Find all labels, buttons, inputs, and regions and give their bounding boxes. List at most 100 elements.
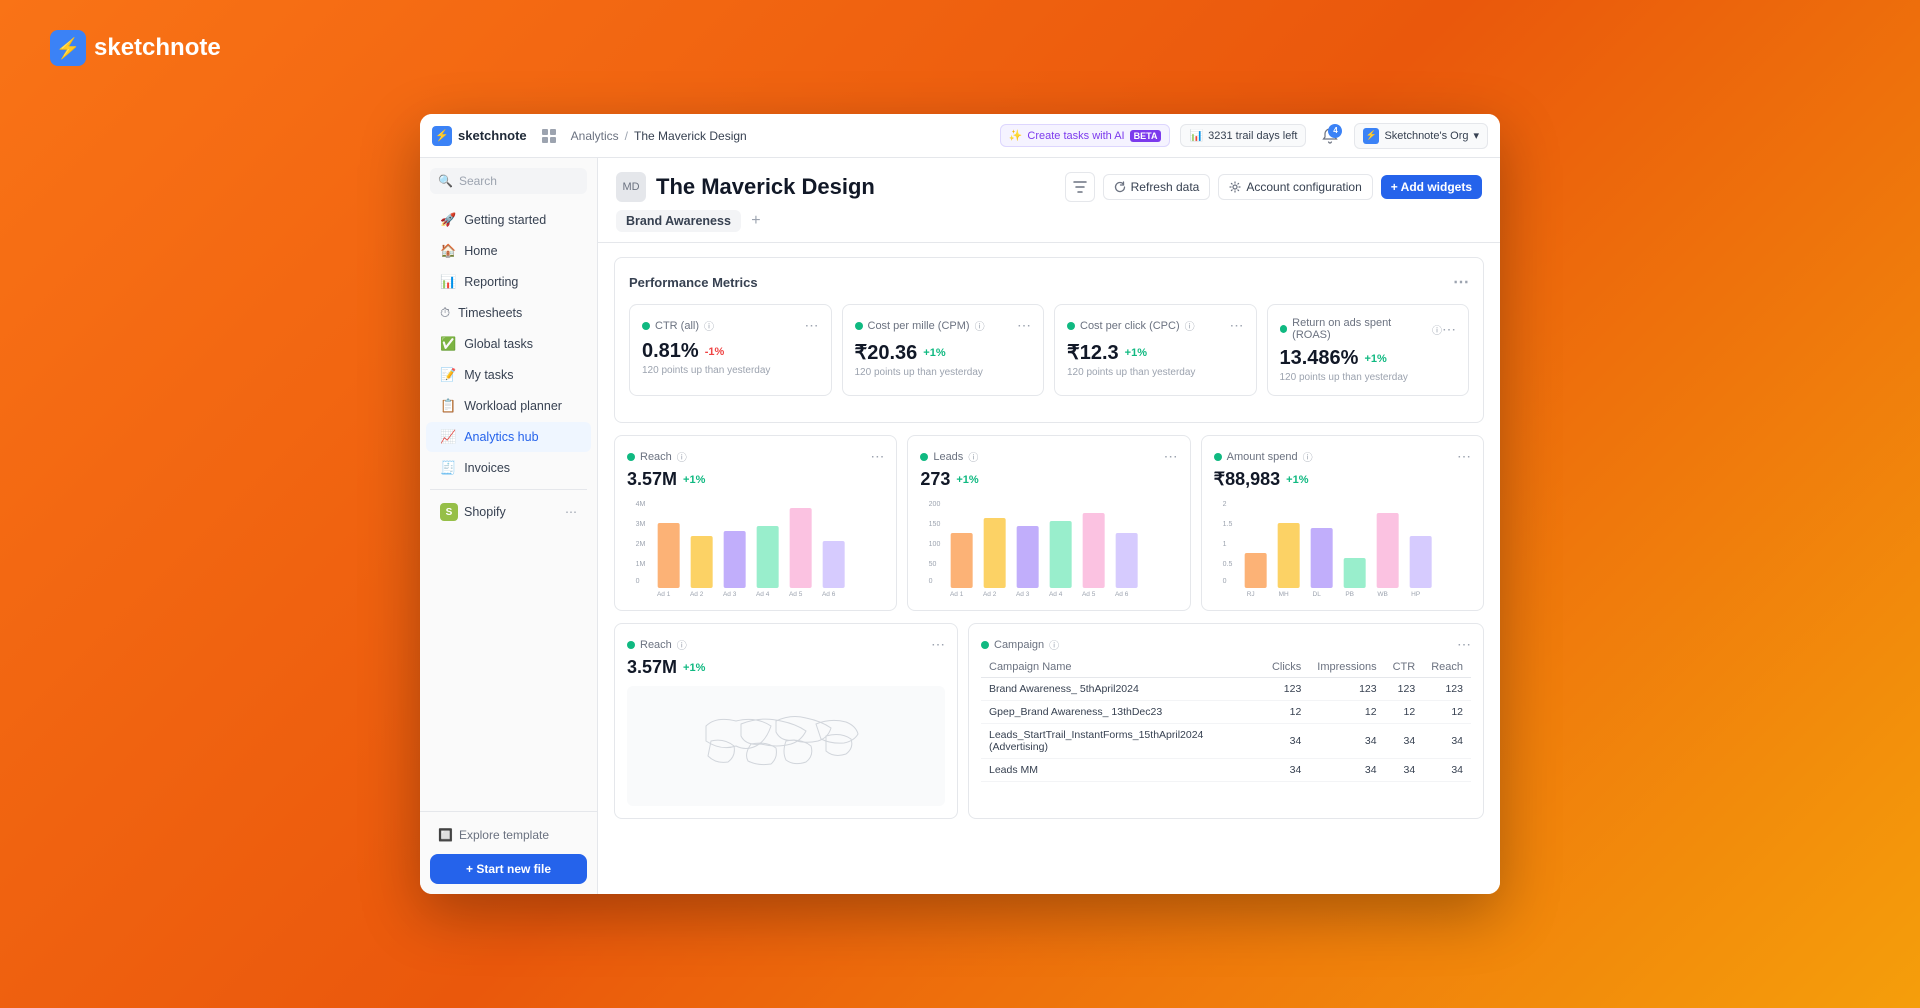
table-row: Leads MM 34 34 34 34 xyxy=(981,759,1471,782)
chart-more-button[interactable]: ⋯ xyxy=(870,448,884,465)
metric-number: ₹20.36 xyxy=(855,340,918,365)
chart-value: 3.57M +1% xyxy=(627,657,945,678)
section-title: Performance Metrics ⋯ xyxy=(629,272,1469,292)
notifications-button[interactable]: 4 xyxy=(1316,122,1344,150)
metric-value: ₹12.3 +1% xyxy=(1067,340,1244,365)
sidebar-divider xyxy=(430,489,587,490)
org-button[interactable]: ⚡ Sketchnote's Org ▾ xyxy=(1354,123,1488,149)
card-more-button[interactable]: ⋯ xyxy=(931,636,945,653)
sidebar-item-workload-planner[interactable]: 📋 Workload planner xyxy=(426,391,591,421)
sidebar-item-global-tasks[interactable]: ✅ Global tasks xyxy=(426,329,591,359)
avatar-text: MD xyxy=(622,181,639,193)
breadcrumb-parent[interactable]: Analytics xyxy=(571,129,619,143)
table-row: Gpep_Brand Awareness_ 13thDec23 12 12 12… xyxy=(981,701,1471,724)
main-layout: 🔍 Search 🚀 Getting started 🏠 Home 📊 Repo… xyxy=(420,158,1500,894)
chart-change: +1% xyxy=(683,474,705,486)
svg-text:200: 200 xyxy=(929,501,941,508)
metric-card-header: Cost per mille (CPM) ⓘ ⋯ xyxy=(855,317,1032,334)
col-header-impressions: Impressions xyxy=(1309,657,1384,678)
svg-text:MH: MH xyxy=(1278,591,1288,598)
chart-value: 3.57M +1% xyxy=(627,469,884,490)
home-icon: 🏠 xyxy=(440,243,456,259)
svg-text:Ad 4: Ad 4 xyxy=(756,591,770,598)
svg-text:Ad 5: Ad 5 xyxy=(789,591,803,598)
tabs-row: Brand Awareness + xyxy=(616,210,1482,232)
info-icon[interactable]: ⓘ xyxy=(704,318,714,333)
svg-text:WB: WB xyxy=(1377,591,1387,598)
card-more-button[interactable]: ⋯ xyxy=(1457,636,1471,653)
top-bar-logo: ⚡ sketchnote xyxy=(432,126,527,146)
explore-template-button[interactable]: 🔲 Explore template xyxy=(430,822,587,848)
section-more-button[interactable]: ⋯ xyxy=(1453,272,1469,292)
reach-map-card: Reach ⓘ ⋯ 3.57M +1% xyxy=(614,623,958,819)
clicks-value: 123 xyxy=(1264,678,1309,701)
sparkle-icon: ✨ xyxy=(1009,129,1023,142)
sidebar-item-getting-started[interactable]: 🚀 Getting started xyxy=(426,205,591,235)
top-bar-logo-icon: ⚡ xyxy=(432,126,452,146)
metric-more-button[interactable]: ⋯ xyxy=(805,317,819,334)
svg-text:0: 0 xyxy=(1222,578,1226,585)
metric-dot xyxy=(627,453,635,461)
table-row: Leads_StartTrail_InstantForms_15thApril2… xyxy=(981,724,1471,759)
add-tab-button[interactable]: + xyxy=(745,210,767,232)
metric-more-button[interactable]: ⋯ xyxy=(1017,317,1031,334)
sidebar-item-analytics-hub[interactable]: 📈 Analytics hub xyxy=(426,422,591,452)
info-icon[interactable]: ⓘ xyxy=(968,449,978,464)
svg-text:2M: 2M xyxy=(636,541,646,548)
explore-template-label: Explore template xyxy=(459,828,549,842)
refresh-data-button[interactable]: Refresh data xyxy=(1103,174,1211,200)
create-tasks-button[interactable]: ✨ Create tasks with AI BETA xyxy=(1000,124,1171,147)
template-icon: 🔲 xyxy=(438,828,453,842)
chart-number: ₹88,983 xyxy=(1214,469,1281,490)
search-input[interactable]: 🔍 Search xyxy=(430,168,587,194)
start-new-file-button[interactable]: + Start new file xyxy=(430,854,587,884)
chart-number: 3.57M xyxy=(627,469,677,490)
trail-icon: 📊 xyxy=(1189,129,1203,142)
tab-label: Brand Awareness xyxy=(626,214,731,228)
sidebar-item-shopify[interactable]: S Shopify ⋯ xyxy=(426,496,591,528)
shopify-more-icon[interactable]: ⋯ xyxy=(565,505,577,519)
map-placeholder xyxy=(627,686,945,806)
add-widgets-button[interactable]: + Add widgets xyxy=(1381,175,1482,199)
metric-card-cpm: Cost per mille (CPM) ⓘ ⋯ ₹20.36 +1% 120 … xyxy=(842,304,1045,396)
chart-card-header: Campaign ⓘ ⋯ xyxy=(981,636,1471,653)
clicks-value: 34 xyxy=(1264,759,1309,782)
info-icon[interactable]: ⓘ xyxy=(677,637,687,652)
filter-button[interactable] xyxy=(1065,172,1095,202)
info-icon[interactable]: ⓘ xyxy=(975,318,985,333)
metric-card-header: Return on ads spent (ROAS) ⓘ ⋯ xyxy=(1280,317,1457,341)
svg-text:0: 0 xyxy=(636,578,640,585)
metric-more-button[interactable]: ⋯ xyxy=(1230,317,1244,334)
info-icon[interactable]: ⓘ xyxy=(1185,318,1195,333)
metric-change: -1% xyxy=(705,346,725,358)
metric-label: Cost per click (CPC) ⓘ xyxy=(1067,318,1195,333)
impressions-value: 123 xyxy=(1309,678,1384,701)
chart-label-text: Campaign xyxy=(994,639,1044,651)
add-widgets-label: + Add widgets xyxy=(1391,180,1472,194)
chart-more-button[interactable]: ⋯ xyxy=(1457,448,1471,465)
sidebar-item-my-tasks[interactable]: 📝 My tasks xyxy=(426,360,591,390)
chart-value: ₹88,983 +1% xyxy=(1214,469,1471,490)
info-icon[interactable]: ⓘ xyxy=(1303,449,1313,464)
metric-dot xyxy=(1214,453,1222,461)
account-config-label: Account configuration xyxy=(1246,180,1361,194)
sidebar-item-label: Getting started xyxy=(464,213,546,227)
info-icon[interactable]: ⓘ xyxy=(1432,322,1442,337)
content-header: MD The Maverick Design xyxy=(598,158,1500,243)
tab-brand-awareness[interactable]: Brand Awareness xyxy=(616,210,741,232)
info-icon[interactable]: ⓘ xyxy=(1049,637,1059,652)
sidebar-item-invoices[interactable]: 🧾 Invoices xyxy=(426,453,591,483)
grid-icon[interactable] xyxy=(535,122,563,150)
impressions-value: 34 xyxy=(1309,724,1384,759)
sidebar-item-home[interactable]: 🏠 Home xyxy=(426,236,591,266)
shopify-label: Shopify xyxy=(464,505,506,519)
start-new-label: + Start new file xyxy=(466,862,551,876)
my-tasks-icon: 📝 xyxy=(440,367,456,383)
account-configuration-button[interactable]: Account configuration xyxy=(1218,174,1372,200)
metric-dot xyxy=(1280,325,1288,333)
sidebar-item-reporting[interactable]: 📊 Reporting xyxy=(426,267,591,297)
chart-more-button[interactable]: ⋯ xyxy=(1164,448,1178,465)
info-icon[interactable]: ⓘ xyxy=(677,449,687,464)
sidebar-item-timesheets[interactable]: ⏱ Timesheets xyxy=(426,298,591,328)
metric-more-button[interactable]: ⋯ xyxy=(1442,321,1456,338)
